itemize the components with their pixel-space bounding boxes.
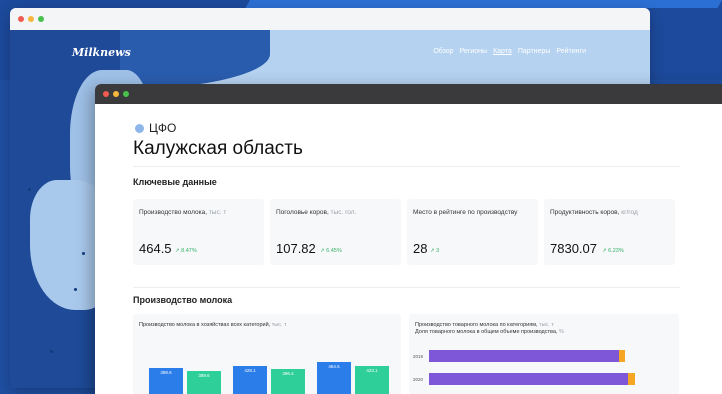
maximize-window-icon[interactable]	[123, 91, 129, 97]
background-stripe	[245, 0, 722, 8]
nav-item-regions[interactable]: Регионы	[460, 48, 488, 55]
chart-unit: тыс. т	[270, 322, 287, 328]
divider	[133, 287, 680, 288]
bar-segment	[429, 373, 628, 385]
milk-production-chart[interactable]: Производство молока в хозяйствах всех ка…	[133, 314, 401, 394]
card-value: 107.82	[276, 241, 316, 256]
year-label: 2019	[413, 354, 424, 359]
card-unit: кг/год	[619, 209, 638, 216]
window-titlebar	[10, 8, 650, 30]
key-data-cards: Производство молока, тыс. т 464.5 ↗ 8.47…	[133, 199, 675, 265]
map-pin[interactable]	[28, 188, 31, 191]
card-label: Место в рейтинге по производству	[413, 209, 518, 216]
bar-segment	[628, 373, 635, 385]
nav-item-ratings[interactable]: Рейтинги	[556, 48, 586, 55]
commercial-milk-chart[interactable]: Производство товарного молока по категор…	[409, 314, 679, 394]
chart-unit: тыс. т	[537, 322, 554, 328]
nav-item-partners[interactable]: Партнеры	[518, 48, 551, 55]
nav-item-map[interactable]: Карта	[493, 48, 512, 55]
divider	[133, 166, 680, 167]
card-label: Производство молока,	[139, 209, 208, 216]
charts-row: Производство молока в хозяйствах всех ка…	[133, 314, 679, 394]
close-window-icon[interactable]	[18, 16, 24, 22]
card-unit: тыс. гол.	[328, 209, 357, 216]
minimize-window-icon[interactable]	[113, 91, 119, 97]
chart-bar-blue[interactable]: 464.5	[317, 362, 351, 394]
card-label: Поголовье коров,	[276, 209, 329, 216]
chart-bar-green[interactable]: 389.6	[187, 371, 221, 394]
card-unit: тыс. т	[207, 209, 227, 216]
map-pin[interactable]	[82, 252, 85, 255]
map-pin[interactable]	[50, 350, 53, 353]
map-pin[interactable]	[74, 288, 77, 291]
card-label: Продуктивность коров,	[550, 209, 620, 216]
card-change: ↗ 8.47%	[175, 248, 197, 254]
nav-item-overview[interactable]: Обзор	[433, 48, 453, 55]
chart-bar-green[interactable]: 423.1	[355, 366, 389, 394]
chart-title: Производство молока в хозяйствах всех ка…	[139, 322, 271, 328]
district-badge: ЦФО	[135, 121, 176, 135]
chart-title: Производство товарного молока по категор…	[415, 322, 538, 328]
district-label: ЦФО	[149, 121, 177, 135]
maximize-window-icon[interactable]	[38, 16, 44, 22]
chart-bar-blue[interactable]: 398.6	[149, 368, 183, 394]
card-change: ↗ 6.45%	[320, 248, 342, 254]
front-browser-window: ЦФО Калужская область Ключевые данные Пр…	[95, 84, 722, 394]
stat-card-cow-productivity[interactable]: Продуктивность коров, кг/год 7830.07 ↗ 6…	[544, 199, 675, 265]
close-window-icon[interactable]	[103, 91, 109, 97]
page-title: Калужская область	[133, 138, 303, 159]
stacked-bar-row[interactable]	[429, 373, 635, 385]
district-dot-icon	[135, 123, 144, 133]
bar-segment	[619, 350, 625, 362]
card-value: 7830.07	[550, 241, 597, 256]
card-value: 28	[413, 241, 428, 256]
bar-segment	[429, 350, 619, 362]
chart-bar-blue[interactable]: 428.1	[233, 366, 267, 394]
key-data-heading: Ключевые данные	[133, 177, 217, 187]
card-change: ↗ 6.23%	[602, 248, 624, 254]
card-change: ↗ 3	[430, 248, 440, 254]
milk-production-heading: Производство молока	[133, 295, 233, 305]
stacked-bar-row[interactable]	[429, 350, 625, 362]
year-label: 2020	[413, 377, 424, 382]
top-nav: Обзор Регионы Карта Партнеры Рейтинги	[433, 48, 586, 55]
chart-unit: %	[557, 329, 564, 336]
minimize-window-icon[interactable]	[28, 16, 34, 22]
window-titlebar	[95, 84, 722, 104]
site-logo[interactable]: Milknews	[72, 46, 131, 59]
stat-card-rating-place[interactable]: Место в рейтинге по производству 28 ↗ 3	[407, 199, 538, 265]
stat-card-cow-headcount[interactable]: Поголовье коров, тыс. гол. 107.82 ↗ 6.45…	[270, 199, 401, 265]
stat-card-milk-production[interactable]: Производство молока, тыс. т 464.5 ↗ 8.47…	[133, 199, 264, 265]
chart-subtitle: Доля товарного молока в общем объеме про…	[415, 329, 558, 336]
card-value: 464.5	[139, 241, 172, 256]
